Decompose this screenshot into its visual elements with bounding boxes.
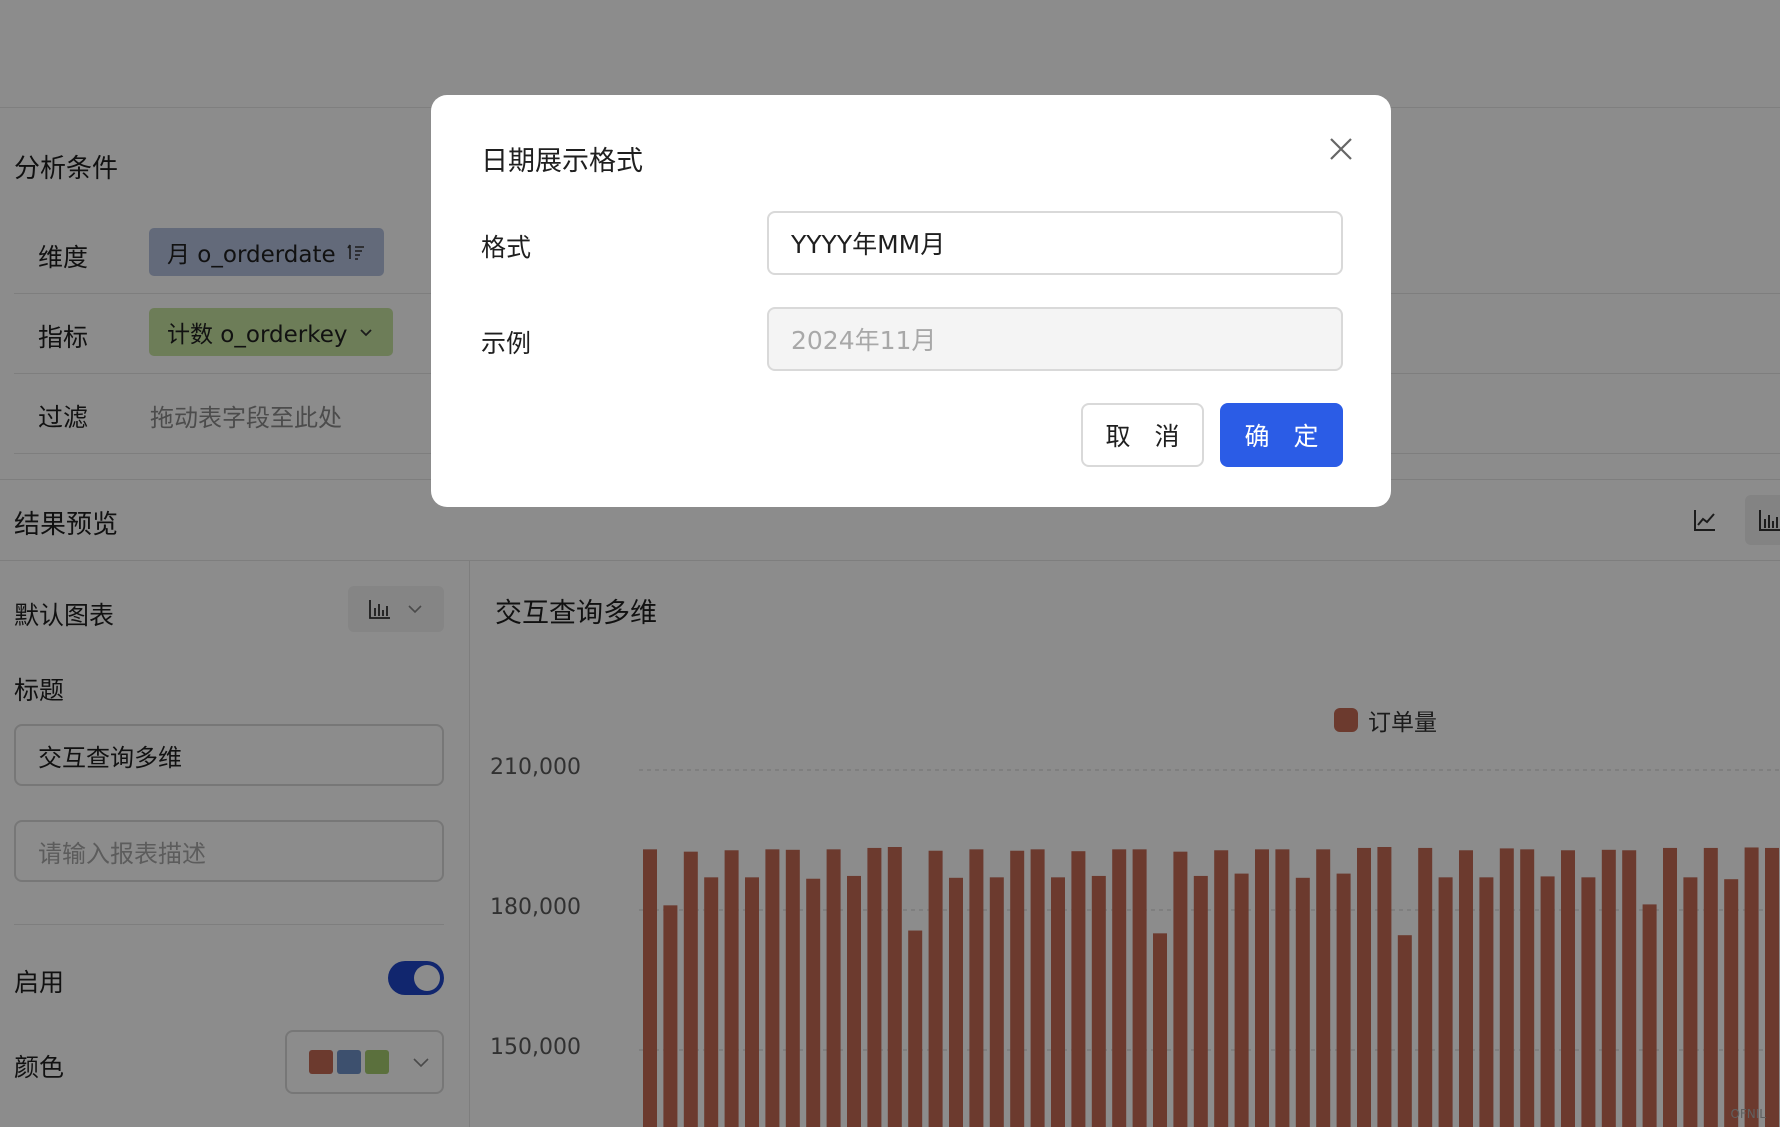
confirm-button[interactable]: 确 定 [1220, 403, 1343, 467]
close-icon[interactable] [1321, 129, 1361, 169]
cancel-button[interactable]: 取 消 [1081, 403, 1204, 467]
example-field: 2024年11月 [767, 307, 1343, 371]
dialog-title: 日期展示格式 [481, 146, 643, 177]
format-label: 格式 [481, 233, 532, 262]
format-input[interactable]: YYYY年MM月 [767, 211, 1343, 275]
date-format-dialog: 日期展示格式 格式 YYYY年MM月 示例 2024年11月 取 消 确 定 [431, 95, 1391, 507]
example-label: 示例 [481, 329, 532, 358]
